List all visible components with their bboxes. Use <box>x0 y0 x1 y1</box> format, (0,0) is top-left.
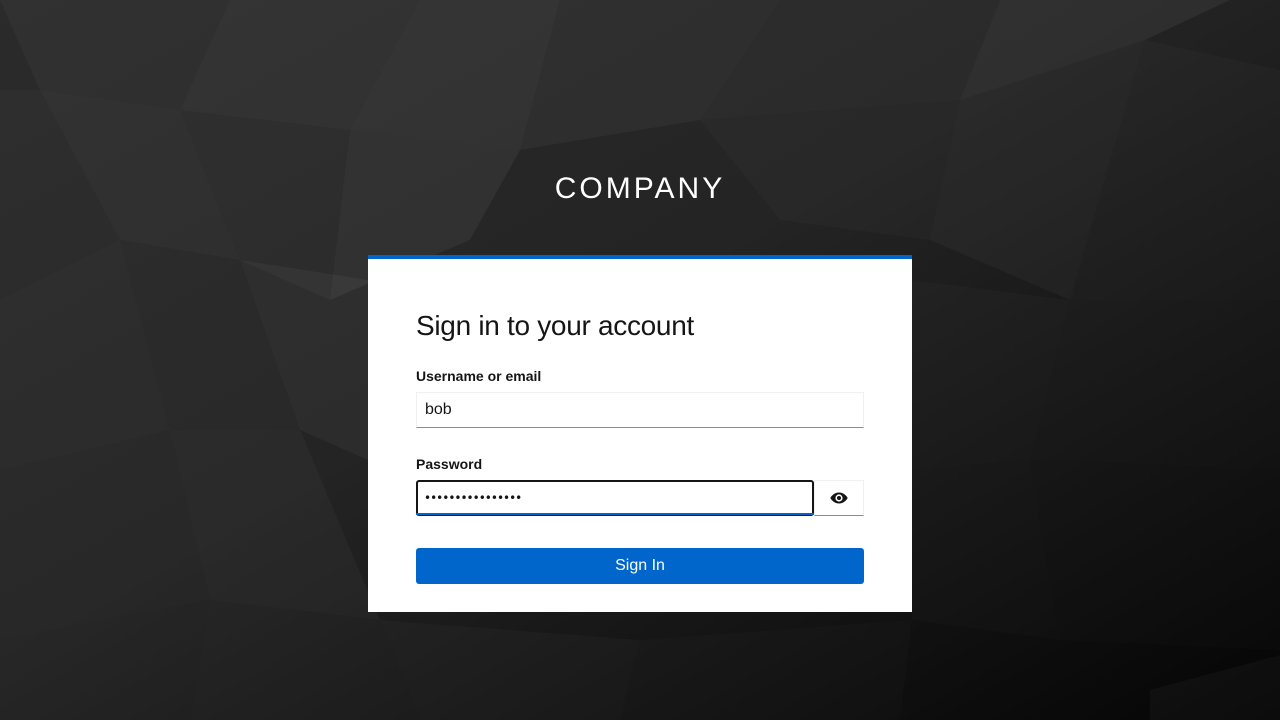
page-title: Sign in to your account <box>416 310 694 341</box>
password-label: Password <box>416 456 483 472</box>
show-password-button[interactable] <box>814 480 864 516</box>
password-focus-underline <box>416 513 814 515</box>
eye-icon <box>830 492 848 504</box>
password-input[interactable] <box>416 480 814 516</box>
username-label: Username or email <box>416 368 542 384</box>
login-card: Sign in to your account Username or emai… <box>368 255 912 612</box>
sign-in-button[interactable]: Sign In <box>416 548 864 584</box>
brand-logo: COMPANY <box>554 172 726 205</box>
username-input[interactable] <box>416 392 864 428</box>
